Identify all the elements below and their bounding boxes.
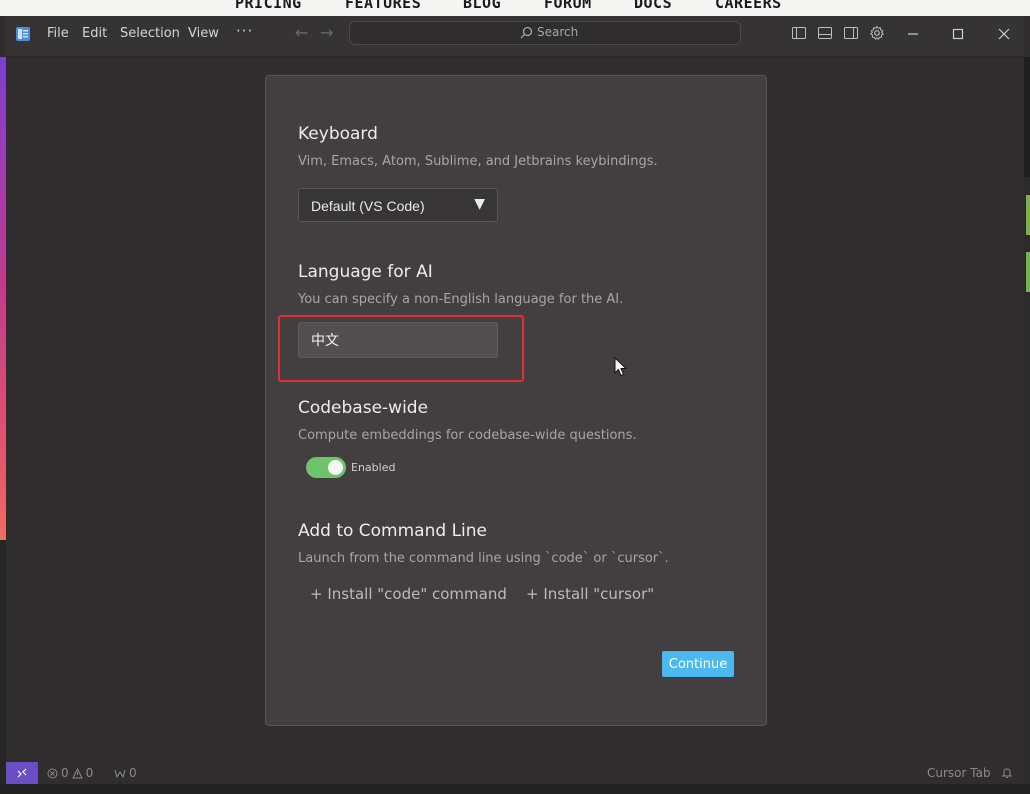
search-icon [520,26,533,38]
nav-link-forum[interactable]: FORUM [544,0,592,12]
back-arrow-icon[interactable]: ← [295,23,308,42]
menu-selection[interactable]: Selection [120,26,180,41]
warning-icon [71,767,83,778]
continue-button[interactable]: Continue [662,651,734,677]
toggle-secondary-sidebar-icon[interactable] [843,25,859,41]
toggle-primary-sidebar-icon[interactable] [791,25,807,41]
install-cursor-command-button[interactable]: + Install "cursor" [526,585,654,603]
status-bar: 0 0 0 Cursor Tab [6,762,1024,784]
keybindings-selected-value: Default (VS Code) [311,198,425,214]
command-center-search[interactable]: Search [349,21,741,45]
close-icon[interactable] [989,22,1019,46]
nav-link-docs[interactable]: DOCS [634,0,672,12]
chevron-down-icon: ▼ [474,196,485,212]
toggle-status-label: Enabled [351,461,396,474]
toggle-panel-icon[interactable] [817,25,833,41]
codebase-description: Compute embeddings for codebase-wide que… [298,428,637,443]
ports-count: 0 [129,766,137,780]
mouse-pointer-icon [614,357,628,377]
bottom-edge [0,784,1030,794]
install-code-command-button[interactable]: + Install "code" command [310,585,507,603]
forward-arrow-icon[interactable]: → [320,23,333,42]
error-icon [47,768,58,778]
ports-indicator[interactable]: 0 [114,766,137,780]
warning-count: 0 [85,766,94,780]
screen: PRICING FEATURES BLOG FORUM DOCS CAREERS… [0,0,1030,794]
ports-icon [114,769,126,778]
ai-language-input[interactable] [298,322,498,358]
search-placeholder: Search [537,25,579,39]
cursor-tab-status[interactable]: Cursor Tab [927,766,991,780]
keyboard-title: Keyboard [298,124,378,144]
toggle-knob [328,460,343,475]
nav-link-careers[interactable]: CAREERS [715,0,782,12]
nav-link-features[interactable]: FEATURES [345,0,421,12]
onboarding-settings-dialog: Keyboard Vim, Emacs, Atom, Sublime, and … [265,75,767,726]
command-line-title: Add to Command Line [298,521,487,541]
keybindings-select[interactable]: Default (VS Code) ▼ [298,188,498,222]
app-logo-icon [16,27,30,41]
minimize-icon[interactable] [898,22,928,46]
codebase-toggle[interactable] [306,457,346,478]
remote-indicator-icon[interactable] [6,762,38,784]
codebase-title: Codebase-wide [298,398,429,418]
maximize-icon[interactable] [943,22,973,46]
language-title: Language for AI [298,262,433,282]
command-line-description: Launch from the command line using `code… [298,551,669,566]
nav-link-blog[interactable]: BLOG [463,0,501,12]
notifications-bell-icon[interactable] [1001,767,1013,779]
keyboard-description: Vim, Emacs, Atom, Sublime, and Jetbrains… [298,154,658,169]
menu-more-icon[interactable]: ··· [236,22,253,40]
website-nav-bar: PRICING FEATURES BLOG FORUM DOCS CAREERS [0,0,1030,16]
language-description: You can specify a non-English language f… [298,292,624,307]
background-window-edge-left-lower [0,540,6,794]
gear-icon[interactable] [869,25,885,41]
menu-edit[interactable]: Edit [82,26,107,41]
problems-indicator[interactable]: 0 0 [47,766,93,780]
nav-link-pricing[interactable]: PRICING [235,0,302,12]
background-window-edge-right [1024,57,1030,794]
menu-file[interactable]: File [47,26,69,41]
title-bar: File Edit Selection View ··· ← → Search [6,16,1024,57]
menu-view[interactable]: View [188,26,219,41]
error-count: 0 [61,766,69,780]
